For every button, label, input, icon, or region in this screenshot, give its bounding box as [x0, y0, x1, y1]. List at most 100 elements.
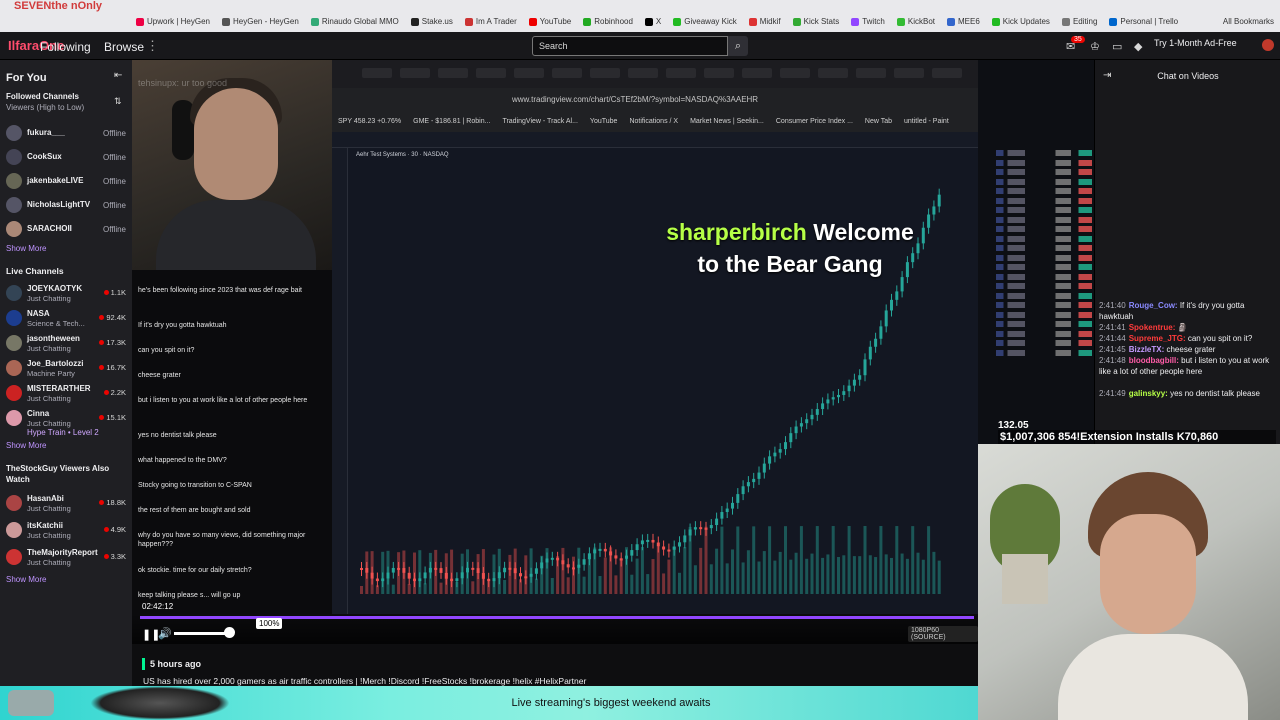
watchlist-row[interactable]	[996, 216, 1092, 223]
watchlist-row[interactable]	[996, 264, 1092, 270]
sidebar-item-live[interactable]: jasontheween Just Chatting 17.3K	[6, 332, 128, 356]
chat-username[interactable]: galinskyy:	[1129, 389, 1170, 398]
browser-tab[interactable]	[818, 68, 848, 78]
sidebar-item-followed[interactable]: SARACHOII Offline	[6, 218, 128, 242]
show-more-link[interactable]: Show More	[6, 441, 46, 450]
bookmark-item[interactable]: YouTube	[528, 17, 571, 26]
watchlist-row[interactable]	[996, 245, 1092, 251]
browser-tab[interactable]	[780, 68, 810, 78]
sidebar-item-followed[interactable]: fukura___ Offline	[6, 122, 128, 146]
watchlist-row[interactable]	[996, 159, 1092, 166]
bookmark-item[interactable]: Giveaway Kick	[673, 17, 737, 26]
search-input[interactable]: Search	[532, 36, 728, 56]
browser-tab[interactable]	[400, 68, 430, 78]
tv-bookmark-item[interactable]: GME - $186.81 | Robin...	[413, 118, 490, 125]
bookmark-item[interactable]: X	[644, 17, 661, 26]
tv-bookmark-item[interactable]: Market News | Seekin...	[690, 118, 764, 125]
tv-bookmark-item[interactable]: SPY 458.23 +0.76%	[338, 118, 401, 125]
tv-bookmark-item[interactable]: YouTube	[590, 118, 618, 125]
bookmark-item[interactable]: Personal | Trello	[1109, 17, 1178, 26]
tv-bookmark-item[interactable]: TradingView - Track Al...	[502, 118, 577, 125]
browser-tab-label[interactable]: SEVENthe nOnly	[14, 0, 102, 12]
sidebar-item-followed[interactable]: CookSux Offline	[6, 146, 128, 170]
browser-tab[interactable]	[932, 68, 962, 78]
browser-tab[interactable]	[552, 68, 582, 78]
watchlist-row[interactable]	[996, 150, 1092, 156]
watchlist-row[interactable]	[996, 349, 1092, 356]
bookmark-item[interactable]: Kick Stats	[792, 17, 839, 26]
tv-bookmark-item[interactable]: New Tab	[865, 118, 892, 125]
tv-bookmark-item[interactable]: Notifications / X	[629, 118, 678, 125]
watchlist-row[interactable]	[996, 178, 1092, 185]
browser-tab[interactable]	[704, 68, 734, 78]
browser-tab[interactable]	[894, 68, 924, 78]
sidebar-item-recommended[interactable]: itsKatchii Just Chatting 4.9K	[6, 519, 128, 543]
browser-tab[interactable]	[666, 68, 696, 78]
bookmark-item[interactable]: Im A Trader	[464, 17, 517, 26]
watchlist-row[interactable]	[996, 197, 1092, 204]
chat-username[interactable]: bloodbagbill:	[1129, 356, 1181, 365]
browser-tab[interactable]	[742, 68, 772, 78]
bookmark-item[interactable]: HeyGen - HeyGen	[222, 17, 299, 26]
browser-tab[interactable]	[476, 68, 506, 78]
volume-icon[interactable]: 🔊	[158, 627, 172, 640]
watchlist-row[interactable]	[996, 292, 1092, 299]
show-more-link[interactable]: Show More	[6, 244, 46, 253]
chat-username[interactable]: BizzleTX:	[1129, 345, 1167, 354]
video-player[interactable]: tehsinupx: ur too good he's been followi…	[132, 60, 978, 644]
watchlist-row[interactable]	[996, 207, 1092, 213]
bookmark-item[interactable]: Midkif	[748, 17, 781, 26]
browser-tab[interactable]	[438, 68, 468, 78]
sidebar-item-live[interactable]: JOEYKAOTYK Just Chatting 1.1K	[6, 282, 128, 306]
watchlist-row[interactable]	[996, 283, 1092, 289]
crown-icon[interactable]: ♔	[1090, 40, 1100, 53]
tv-bookmark-item[interactable]: Consumer Price Index ...	[776, 118, 853, 125]
watchlist-row[interactable]	[996, 169, 1092, 175]
browser-tab[interactable]	[362, 68, 392, 78]
try-adfree-button[interactable]: Try 1-Month Ad-Free	[1154, 38, 1237, 48]
nav-following[interactable]: Following	[40, 40, 91, 54]
watchlist-row[interactable]	[996, 273, 1092, 280]
avatar[interactable]	[1262, 39, 1274, 51]
watchlist-row[interactable]	[996, 302, 1092, 308]
bookmark-item[interactable]: KickBot	[896, 17, 935, 26]
browser-tab[interactable]	[628, 68, 658, 78]
browser-tab[interactable]	[856, 68, 886, 78]
sidebar-item-recommended[interactable]: HasanAbi Just Chatting 18.8K	[6, 492, 128, 516]
watchlist-row[interactable]	[996, 330, 1092, 337]
promo-banner[interactable]: Live streaming's biggest weekend awaits	[0, 686, 978, 720]
more-menu-icon[interactable]: ⋮	[146, 38, 159, 54]
bookmark-item[interactable]: Robinhood	[583, 17, 633, 26]
collapse-sidebar-icon[interactable]: ⇤	[114, 70, 122, 81]
quality-badge[interactable]: 1080P60 (SOURCE)	[908, 626, 978, 642]
chat-username[interactable]: Spokentrue:	[1129, 323, 1178, 332]
bookmark-item[interactable]: Editing	[1061, 17, 1097, 26]
watchlist-row[interactable]	[996, 340, 1092, 346]
watchlist-row[interactable]	[996, 226, 1092, 232]
all-bookmarks[interactable]: All Bookmarks	[1223, 17, 1274, 26]
sidebar-item-followed[interactable]: NicholasLightTV Offline	[6, 194, 128, 218]
sidebar-item-live[interactable]: MISTERARTHER Just Chatting 2.2K	[6, 382, 128, 406]
sidebar-item-live[interactable]: Joe_Bartolozzi Machine Party 16.7K	[6, 357, 128, 381]
sort-icon[interactable]: ⇅	[114, 96, 122, 107]
bookmark-item[interactable]: Kick Updates	[991, 17, 1050, 26]
browser-tab[interactable]	[514, 68, 544, 78]
watchlist-row[interactable]	[996, 235, 1092, 242]
watchlist-row[interactable]	[996, 321, 1092, 327]
sidebar-item-followed[interactable]: jakenbakeLIVE Offline	[6, 170, 128, 194]
chat-username[interactable]: Supreme_JTG:	[1129, 334, 1188, 343]
watchlist-row[interactable]	[996, 311, 1092, 318]
volume-slider[interactable]: 100%	[174, 618, 283, 635]
bookmark-item[interactable]: Rinaudo Global MMO	[310, 17, 399, 26]
watchlist-row[interactable]	[996, 188, 1092, 194]
volume-knob[interactable]	[224, 627, 235, 638]
show-more-link[interactable]: Show More	[6, 575, 46, 584]
nav-browse[interactable]: Browse	[104, 40, 144, 54]
sidebar-item-live[interactable]: NASA Science & Tech... 92.4K	[6, 307, 128, 331]
bookmark-item[interactable]: Twitch	[851, 17, 885, 26]
tv-bookmark-item[interactable]: untitled - Paint	[904, 118, 949, 125]
browser-tab[interactable]	[590, 68, 620, 78]
watchlist-row[interactable]	[996, 254, 1092, 261]
messages-icon[interactable]: ▭	[1112, 40, 1122, 53]
bits-icon[interactable]: ◆	[1134, 40, 1142, 53]
